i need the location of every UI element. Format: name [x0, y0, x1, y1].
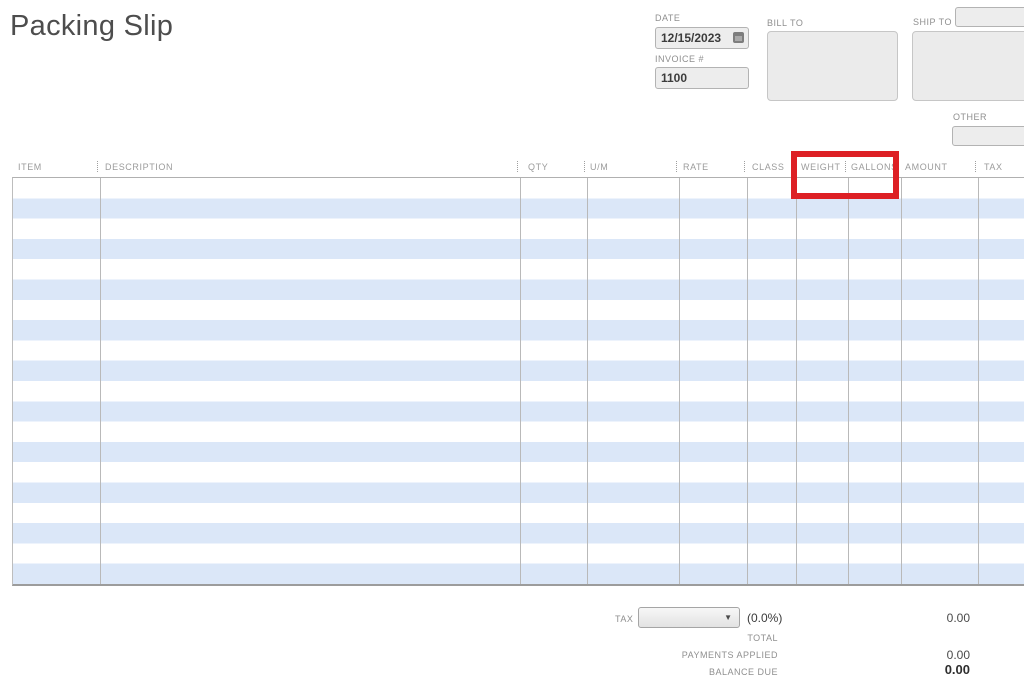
- tax-label: TAX: [615, 614, 633, 624]
- total-label: TOTAL: [600, 633, 778, 643]
- column-divider: [520, 178, 521, 584]
- bill-to-box[interactable]: [767, 31, 898, 101]
- balance-due-label: BALANCE DUE: [600, 667, 778, 677]
- column-header-class[interactable]: CLASS: [752, 162, 785, 172]
- column-header-tax[interactable]: TAX: [984, 162, 1003, 172]
- other-input[interactable]: [952, 126, 1024, 146]
- tax-percent: (0.0%): [747, 611, 782, 625]
- invoice-number-input[interactable]: [655, 67, 749, 89]
- column-divider: [100, 178, 101, 584]
- column-header-rate[interactable]: RATE: [683, 162, 709, 172]
- calendar-icon[interactable]: [733, 32, 744, 43]
- balance-due-amount: 0.00: [900, 662, 970, 677]
- column-resize-handle-icon[interactable]: [676, 161, 677, 172]
- invoice-number-label: INVOICE #: [655, 54, 704, 64]
- tax-amount: 0.00: [900, 611, 970, 625]
- highlight-box-weight-gallons: [791, 151, 899, 199]
- ship-to-box[interactable]: [912, 31, 1024, 101]
- other-label: OTHER: [953, 112, 987, 122]
- column-divider: [679, 178, 680, 584]
- payments-applied-label: PAYMENTS APPLIED: [600, 650, 778, 660]
- column-resize-handle-icon[interactable]: [584, 161, 585, 172]
- column-header-qty[interactable]: QTY: [528, 162, 548, 172]
- column-header-item[interactable]: ITEM: [18, 162, 42, 172]
- column-header-amount[interactable]: AMOUNT: [905, 162, 948, 172]
- table-body-empty-rows[interactable]: [12, 177, 1024, 586]
- column-header-um[interactable]: U/M: [590, 162, 608, 172]
- column-header-description[interactable]: DESCRIPTION: [105, 162, 173, 172]
- chevron-down-icon[interactable]: ▼: [724, 614, 732, 622]
- column-resize-handle-icon[interactable]: [975, 161, 976, 172]
- column-divider: [978, 178, 979, 584]
- date-label: DATE: [655, 13, 680, 23]
- line-item-table: ITEM DESCRIPTION QTY U/M RATE CLASS WEIG…: [12, 156, 1024, 585]
- column-divider: [587, 178, 588, 584]
- payments-applied-amount: 0.00: [900, 648, 970, 662]
- page-title: Packing Slip: [10, 10, 173, 43]
- column-divider: [901, 178, 902, 584]
- column-divider: [747, 178, 748, 584]
- column-resize-handle-icon[interactable]: [744, 161, 745, 172]
- ship-to-side-input[interactable]: [955, 7, 1024, 27]
- column-resize-handle-icon[interactable]: [517, 161, 518, 172]
- column-divider: [848, 178, 849, 584]
- bill-to-label: BILL TO: [767, 18, 803, 28]
- column-divider: [796, 178, 797, 584]
- date-field-wrap: [655, 27, 749, 49]
- ship-to-label: SHIP TO: [913, 17, 952, 27]
- tax-dropdown[interactable]: ▼: [638, 607, 740, 628]
- column-resize-handle-icon[interactable]: [97, 161, 98, 172]
